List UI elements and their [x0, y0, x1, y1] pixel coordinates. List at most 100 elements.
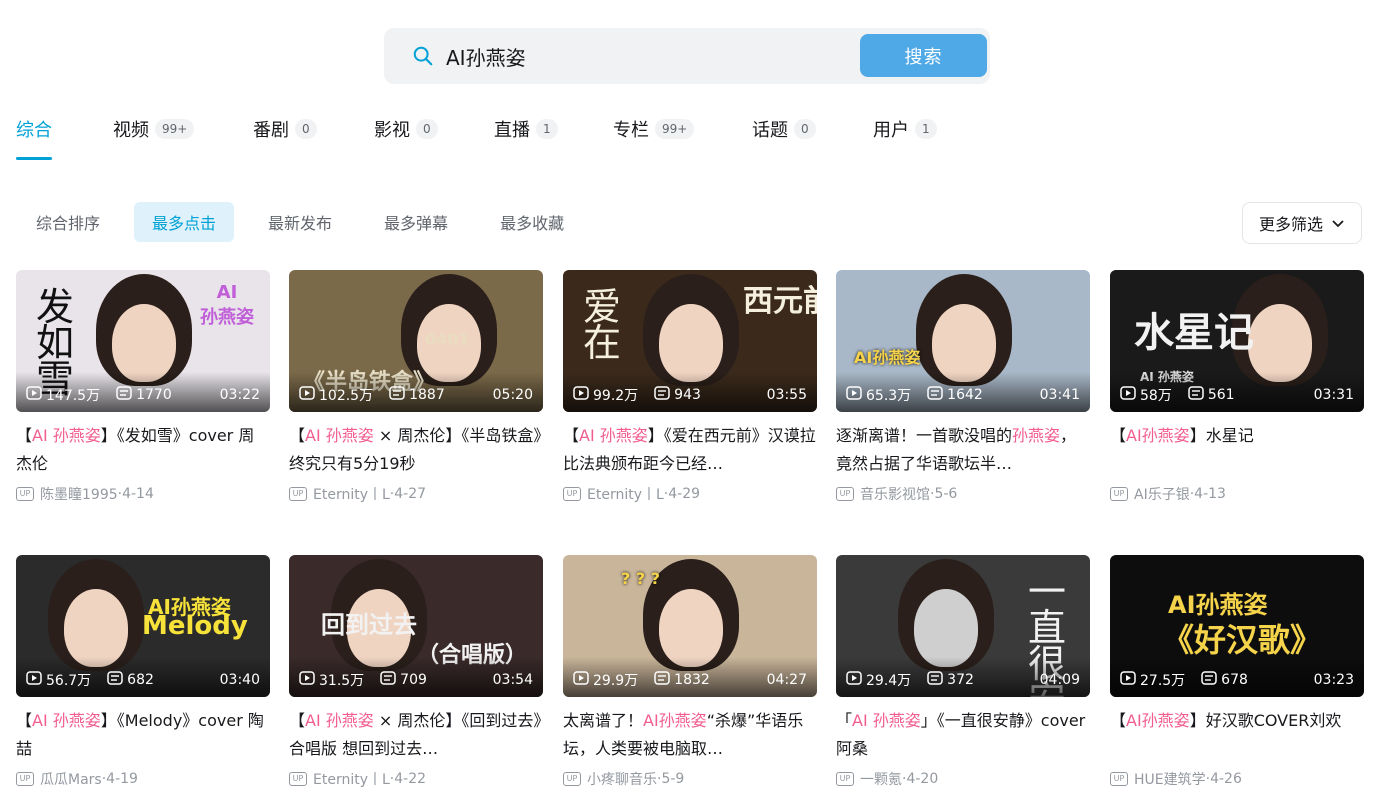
video-thumbnail[interactable]: AI孙燕姿 65.3万 1642 03:41	[836, 270, 1090, 412]
search-button[interactable]: 搜索	[860, 34, 987, 77]
play-icon	[299, 386, 319, 404]
tab-7[interactable]: 用户 1	[873, 112, 937, 160]
video-thumbnail[interactable]: 水星记AI 孙燕姿58万56103:31	[1110, 270, 1364, 412]
thumbnail-text: ? ? ?	[621, 569, 660, 588]
video-thumbnail[interactable]: 《半岛铁盒》0401102.5万188705:20	[289, 270, 543, 412]
sort-option[interactable]: 最多收藏	[482, 202, 582, 242]
tab-6[interactable]: 话题 0	[752, 112, 816, 160]
video-card[interactable]: ? ? ? 29.9万 1832 04:27 太离谱了！AI孙燕姿“杀爆”华语乐坛，人类…	[563, 555, 817, 795]
upload-date: 4-29	[668, 486, 701, 502]
uploader-name[interactable]: 一颗氪	[860, 769, 902, 789]
thumbnail-face	[659, 589, 723, 667]
thumbnail-label: 西元前	[743, 284, 817, 319]
video-thumbnail[interactable]: AI孙燕姿 《好汉歌》 27.5万 678 03:23	[1110, 555, 1364, 697]
tab-3[interactable]: 影视 0	[374, 112, 438, 160]
upload-date: 4-22	[394, 771, 427, 787]
video-title[interactable]: 【AI 孙燕姿】《发如雪》cover 周杰伦	[16, 422, 270, 478]
video-card[interactable]: 水星记AI 孙燕姿58万56103:31【AI孙燕姿】水星记UPAI乐子银 · …	[1110, 270, 1364, 510]
upload-date: 5-9	[661, 771, 685, 787]
tab-count-badge: 99+	[155, 119, 195, 139]
view-count-value: 29.9万	[593, 673, 639, 689]
category-tabs: 综合 视频 99+ 番剧 0 影视 0 直播 1 专栏 99+ 话题 0 用户 1	[16, 112, 1016, 160]
video-thumbnail[interactable]: ? ? ? 29.9万 1832 04:27	[563, 555, 817, 697]
video-card[interactable]: AI孙燕姿 Melody 56.7万 682 03:40 【AI 孙燕姿】《Melody》…	[16, 555, 270, 795]
video-title[interactable]: 【AI 孙燕姿】《爱在西元前》汉谟拉比法典颁布距今已经…	[563, 422, 817, 478]
more-filter-button[interactable]: 更多筛选	[1242, 202, 1362, 244]
video-title[interactable]: 逐渐离谱！一首歌没唱的孙燕姿，竟然占据了华语歌坛半…	[836, 422, 1090, 478]
video-card[interactable]: 回到过去 （合唱版） 31.5万 709 03:54 【AI 孙燕姿 × 周杰伦】《回到过…	[289, 555, 543, 795]
danmaku-count-value: 561	[1207, 387, 1235, 403]
sort-options: 综合排序 最多点击 最新发布 最多弹幕 最多收藏	[18, 202, 598, 242]
video-card[interactable]: 发如雪AI 孙燕姿147.5万177003:22 【AI 孙燕姿】《发如雪》cov…	[16, 270, 270, 510]
danmaku-icon	[380, 671, 400, 689]
title-keyword-highlight: AI 孙燕姿	[852, 711, 921, 730]
tab-5[interactable]: 专栏 99+	[613, 112, 695, 160]
video-stats: 27.5万 678 03:23	[1120, 671, 1354, 689]
video-meta: UP Eternity丨L · 4-29	[563, 484, 700, 504]
uploader-name[interactable]: HUE建筑学	[1134, 769, 1206, 789]
view-count: 29.4万	[846, 670, 911, 690]
video-title[interactable]: 太离谱了！AI孙燕姿“杀爆”华语乐坛，人类要被电脑取…	[563, 707, 817, 763]
danmaku-count: 1770	[116, 386, 172, 404]
title-keyword-highlight: AI孙燕姿	[1126, 426, 1190, 445]
uploader-icon: UP	[563, 772, 581, 786]
video-card[interactable]: 爱在西元前99.2万94303:55 【AI 孙燕姿】《爱在西元前》汉谟拉比法典颁…	[563, 270, 817, 510]
uploader-icon: UP	[1110, 487, 1128, 501]
tab-1[interactable]: 视频 99+	[113, 112, 195, 160]
video-title[interactable]: 【AI 孙燕姿 × 周杰伦】《回到过去》合唱版 想回到过去…	[289, 707, 543, 763]
upload-date: 5-6	[934, 486, 958, 502]
sort-option[interactable]: 综合排序	[18, 202, 118, 242]
title-text: 【	[289, 711, 306, 730]
sort-option[interactable]: 最多点击	[134, 202, 235, 242]
danmaku-icon	[116, 386, 136, 404]
thumbnail-face	[64, 589, 128, 667]
upload-date: 4-26	[1210, 771, 1242, 787]
video-thumbnail[interactable]: 回到过去 （合唱版） 31.5万 709 03:54	[289, 555, 543, 697]
uploader-name[interactable]: Eternity丨L	[313, 769, 390, 789]
video-card[interactable]: 一直很安29.4万37204:09 「AI 孙燕姿」《一直很安静》cover 阿桑…	[836, 555, 1090, 795]
danmaku-count-value: 1887	[409, 387, 445, 403]
uploader-name[interactable]: Eternity丨L	[587, 484, 664, 504]
title-keyword-highlight: AI 孙燕姿	[579, 426, 648, 445]
uploader-name[interactable]: 陈墨瞳1995	[40, 484, 118, 504]
video-title[interactable]: 【AI 孙燕姿 × 周杰伦】《半岛铁盒》终究只有5分19秒	[289, 422, 543, 478]
view-count-value: 58万	[1140, 388, 1172, 404]
video-card[interactable]: AI孙燕姿 《好汉歌》 27.5万 678 03:23 【AI孙燕姿】好汉歌COVER刘欢…	[1110, 555, 1364, 795]
more-filter-label: 更多筛选	[1258, 215, 1323, 234]
video-thumbnail[interactable]: AI孙燕姿 Melody 56.7万 682 03:40	[16, 555, 270, 697]
uploader-name[interactable]: 音乐影视馆	[860, 484, 930, 504]
video-stats: 102.5万 1887 05:20	[299, 386, 533, 404]
sort-option[interactable]: 最多弹幕	[366, 202, 466, 242]
search-input[interactable]	[446, 40, 836, 72]
video-card[interactable]: 《半岛铁盒》0401102.5万188705:20 【AI 孙燕姿 × 周杰伦】《…	[289, 270, 543, 510]
uploader-name[interactable]: 瓜瓜Mars	[40, 769, 102, 789]
uploader-icon: UP	[16, 772, 34, 786]
uploader-name[interactable]: Eternity丨L	[313, 484, 390, 504]
video-title[interactable]: 【AI孙燕姿】好汉歌COVER刘欢	[1110, 707, 1364, 763]
uploader-name[interactable]: 小疼聊音乐	[587, 769, 657, 789]
video-card[interactable]: AI孙燕姿 65.3万 1642 03:41 逐渐离谱！一首歌没唱的孙燕姿，竟然占据了华…	[836, 270, 1090, 510]
danmaku-icon	[1188, 386, 1208, 404]
uploader-name[interactable]: AI乐子银	[1134, 484, 1190, 504]
video-thumbnail[interactable]: 发如雪AI 孙燕姿147.5万177003:22	[16, 270, 270, 412]
tab-0[interactable]: 综合	[16, 112, 52, 160]
tab-4[interactable]: 直播 1	[494, 112, 558, 160]
title-keyword-highlight: AI孙燕姿	[643, 711, 707, 730]
tab-label: 番剧	[253, 120, 289, 141]
video-thumbnail[interactable]: 爱在西元前99.2万94303:55	[563, 270, 817, 412]
video-stats: 58万 561 03:31	[1120, 386, 1354, 404]
video-thumbnail[interactable]: 一直很安29.4万37204:09	[836, 555, 1090, 697]
title-text: 【	[16, 426, 33, 445]
video-title[interactable]: 【AI孙燕姿】水星记	[1110, 422, 1364, 478]
video-duration: 03:54	[492, 672, 533, 688]
title-keyword-highlight: AI孙燕姿	[1126, 711, 1190, 730]
danmaku-count: 1832	[654, 671, 710, 689]
video-title[interactable]: 【AI 孙燕姿】《Melody》cover 陶喆	[16, 707, 270, 763]
video-title[interactable]: 「AI 孙燕姿」《一直很安静》cover 阿桑	[836, 707, 1090, 763]
view-count: 65.3万	[846, 385, 911, 405]
sort-option[interactable]: 最新发布	[250, 202, 350, 242]
tab-2[interactable]: 番剧 0	[253, 112, 317, 160]
play-icon	[573, 671, 593, 689]
tab-label: 直播	[494, 120, 530, 141]
video-meta: UP 一颗氪 · 4-20	[836, 769, 938, 789]
